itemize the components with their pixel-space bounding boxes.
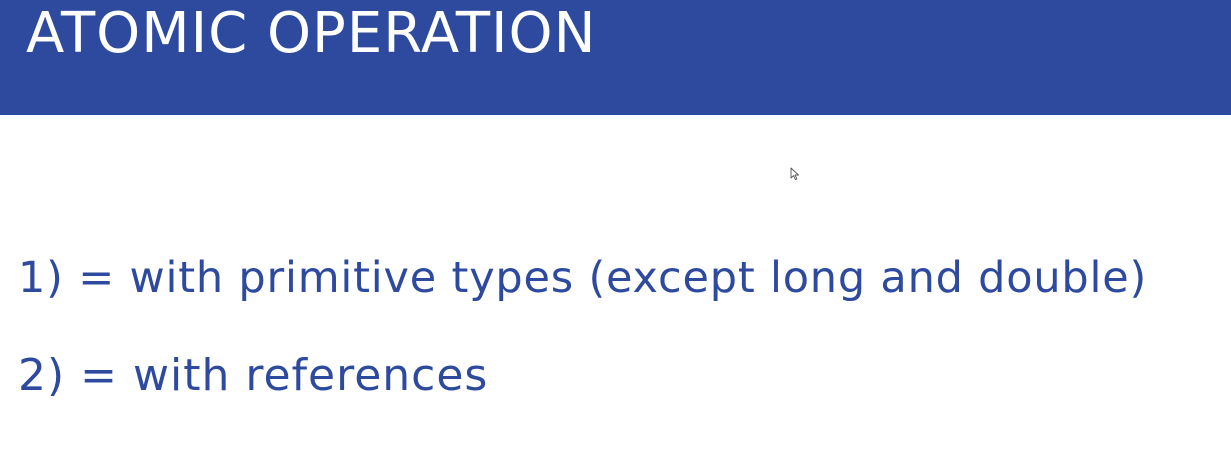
- mouse-pointer-icon: [790, 167, 799, 181]
- title-bar: ATOMIC OPERATION: [0, 0, 1231, 115]
- slide-title: ATOMIC OPERATION: [26, 1, 597, 66]
- list-item-references: 2) = with references: [18, 350, 489, 401]
- slide: ATOMIC OPERATION 1) = with primitive typ…: [0, 0, 1231, 467]
- list-item-primitive-types: 1) = with primitive types (except long a…: [18, 253, 1148, 303]
